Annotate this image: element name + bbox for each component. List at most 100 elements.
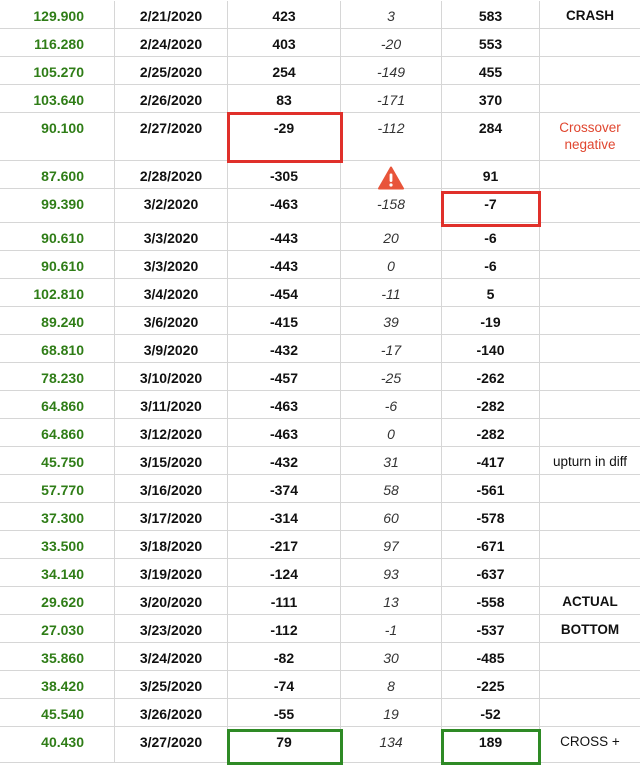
indicator-a-cell[interactable]: -74 (228, 671, 341, 698)
date-cell[interactable]: 3/4/2020 (115, 279, 228, 306)
note-cell[interactable] (540, 29, 640, 56)
indicator-a-cell[interactable]: -374 (228, 475, 341, 502)
price-cell[interactable]: 35.860 (0, 643, 115, 670)
date-cell[interactable]: 2/25/2020 (115, 57, 228, 84)
indicator-a-cell[interactable]: -463 (228, 419, 341, 446)
price-cell[interactable]: 27.030 (0, 615, 115, 642)
note-cell[interactable] (540, 307, 640, 334)
diff-cell[interactable]: 19 (341, 699, 442, 726)
diff-cell[interactable]: 93 (341, 559, 442, 586)
date-cell[interactable]: 3/2/2020 (115, 189, 228, 222)
indicator-a-cell[interactable]: -305 (228, 161, 341, 188)
diff-cell[interactable]: -25 (341, 363, 442, 390)
indicator-a-cell[interactable]: 403 (228, 29, 341, 56)
indicator-a-cell[interactable]: -454 (228, 279, 341, 306)
note-cell[interactable] (540, 85, 640, 112)
indicator-a-cell[interactable]: -112 (228, 615, 341, 642)
price-cell[interactable]: 90.100 (0, 113, 115, 160)
indicator-a-cell[interactable]: -55 (228, 699, 341, 726)
note-cell[interactable] (540, 643, 640, 670)
indicator-a-cell[interactable]: -111 (228, 587, 341, 614)
diff-cell[interactable]: 31 (341, 447, 442, 474)
note-cell[interactable] (540, 189, 640, 222)
indicator-b-cell[interactable]: -558 (442, 587, 540, 614)
indicator-a-cell[interactable]: -124 (228, 559, 341, 586)
price-cell[interactable]: 37.300 (0, 503, 115, 530)
diff-cell[interactable]: -17 (341, 335, 442, 362)
diff-cell[interactable]: -11 (341, 279, 442, 306)
note-cell[interactable] (540, 223, 640, 250)
indicator-a-cell[interactable]: -82 (228, 643, 341, 670)
note-cell[interactable] (540, 531, 640, 558)
price-cell[interactable]: 116.280 (0, 29, 115, 56)
indicator-b-cell[interactable]: -537 (442, 615, 540, 642)
date-cell[interactable]: 3/24/2020 (115, 643, 228, 670)
indicator-b-cell[interactable]: -6 (442, 223, 540, 250)
date-cell[interactable]: 3/17/2020 (115, 503, 228, 530)
note-cell[interactable]: CRASH (540, 1, 640, 28)
price-cell[interactable]: 64.860 (0, 391, 115, 418)
indicator-b-cell[interactable]: -485 (442, 643, 540, 670)
date-cell[interactable]: 3/11/2020 (115, 391, 228, 418)
price-cell[interactable]: 102.810 (0, 279, 115, 306)
note-cell[interactable] (540, 475, 640, 502)
diff-cell[interactable]: -158 (341, 189, 442, 222)
indicator-a-cell[interactable]: 423 (228, 1, 341, 28)
indicator-b-cell[interactable]: 5 (442, 279, 540, 306)
indicator-b-cell[interactable]: -671 (442, 531, 540, 558)
diff-cell[interactable]: -112 (341, 113, 442, 160)
date-cell[interactable]: 2/27/2020 (115, 113, 228, 160)
price-cell[interactable]: 78.230 (0, 363, 115, 390)
diff-cell[interactable]: -1 (341, 615, 442, 642)
note-cell[interactable] (540, 279, 640, 306)
indicator-a-cell[interactable]: -432 (228, 447, 341, 474)
note-cell[interactable] (540, 161, 640, 188)
price-cell[interactable]: 105.270 (0, 57, 115, 84)
date-cell[interactable]: 3/16/2020 (115, 475, 228, 502)
price-cell[interactable]: 90.610 (0, 251, 115, 278)
indicator-b-cell[interactable]: 455 (442, 57, 540, 84)
diff-cell[interactable]: 58 (341, 475, 442, 502)
diff-cell[interactable]: -6 (341, 391, 442, 418)
diff-cell[interactable]: 97 (341, 531, 442, 558)
note-cell[interactable]: CROSS + (540, 727, 640, 762)
note-cell[interactable] (540, 335, 640, 362)
indicator-a-cell[interactable]: -443 (228, 223, 341, 250)
indicator-b-cell[interactable]: 583 (442, 1, 540, 28)
note-cell[interactable] (540, 419, 640, 446)
indicator-a-cell[interactable]: -443 (228, 251, 341, 278)
indicator-b-cell[interactable]: -282 (442, 391, 540, 418)
note-cell[interactable]: ACTUAL (540, 587, 640, 614)
diff-cell[interactable]: -171 (341, 85, 442, 112)
indicator-a-cell[interactable]: 254 (228, 57, 341, 84)
diff-cell[interactable]: 134 (341, 727, 442, 762)
date-cell[interactable]: 3/19/2020 (115, 559, 228, 586)
date-cell[interactable]: 3/10/2020 (115, 363, 228, 390)
indicator-a-cell[interactable]: -415 (228, 307, 341, 334)
diff-cell[interactable]: -149 (341, 57, 442, 84)
date-cell[interactable]: 2/24/2020 (115, 29, 228, 56)
price-cell[interactable]: 29.620 (0, 587, 115, 614)
price-cell[interactable]: 68.810 (0, 335, 115, 362)
note-cell[interactable] (540, 363, 640, 390)
indicator-a-cell[interactable]: -457 (228, 363, 341, 390)
date-cell[interactable]: 3/27/2020 (115, 727, 228, 762)
indicator-b-cell[interactable]: 370 (442, 85, 540, 112)
date-cell[interactable]: 3/20/2020 (115, 587, 228, 614)
date-cell[interactable]: 3/12/2020 (115, 419, 228, 446)
note-cell[interactable] (540, 699, 640, 726)
indicator-b-cell[interactable]: -6 (442, 251, 540, 278)
price-cell[interactable]: 87.600 (0, 161, 115, 188)
indicator-a-cell[interactable]: -432 (228, 335, 341, 362)
note-cell[interactable] (540, 57, 640, 84)
date-cell[interactable]: 3/3/2020 (115, 223, 228, 250)
date-cell[interactable]: 3/18/2020 (115, 531, 228, 558)
indicator-b-cell[interactable]: -19 (442, 307, 540, 334)
diff-cell[interactable]: 20 (341, 223, 442, 250)
diff-cell[interactable]: 8 (341, 671, 442, 698)
date-cell[interactable]: 2/21/2020 (115, 1, 228, 28)
price-cell[interactable]: 129.900 (0, 1, 115, 28)
indicator-b-cell[interactable]: -262 (442, 363, 540, 390)
diff-cell[interactable]: 39 (341, 307, 442, 334)
date-cell[interactable]: 3/25/2020 (115, 671, 228, 698)
